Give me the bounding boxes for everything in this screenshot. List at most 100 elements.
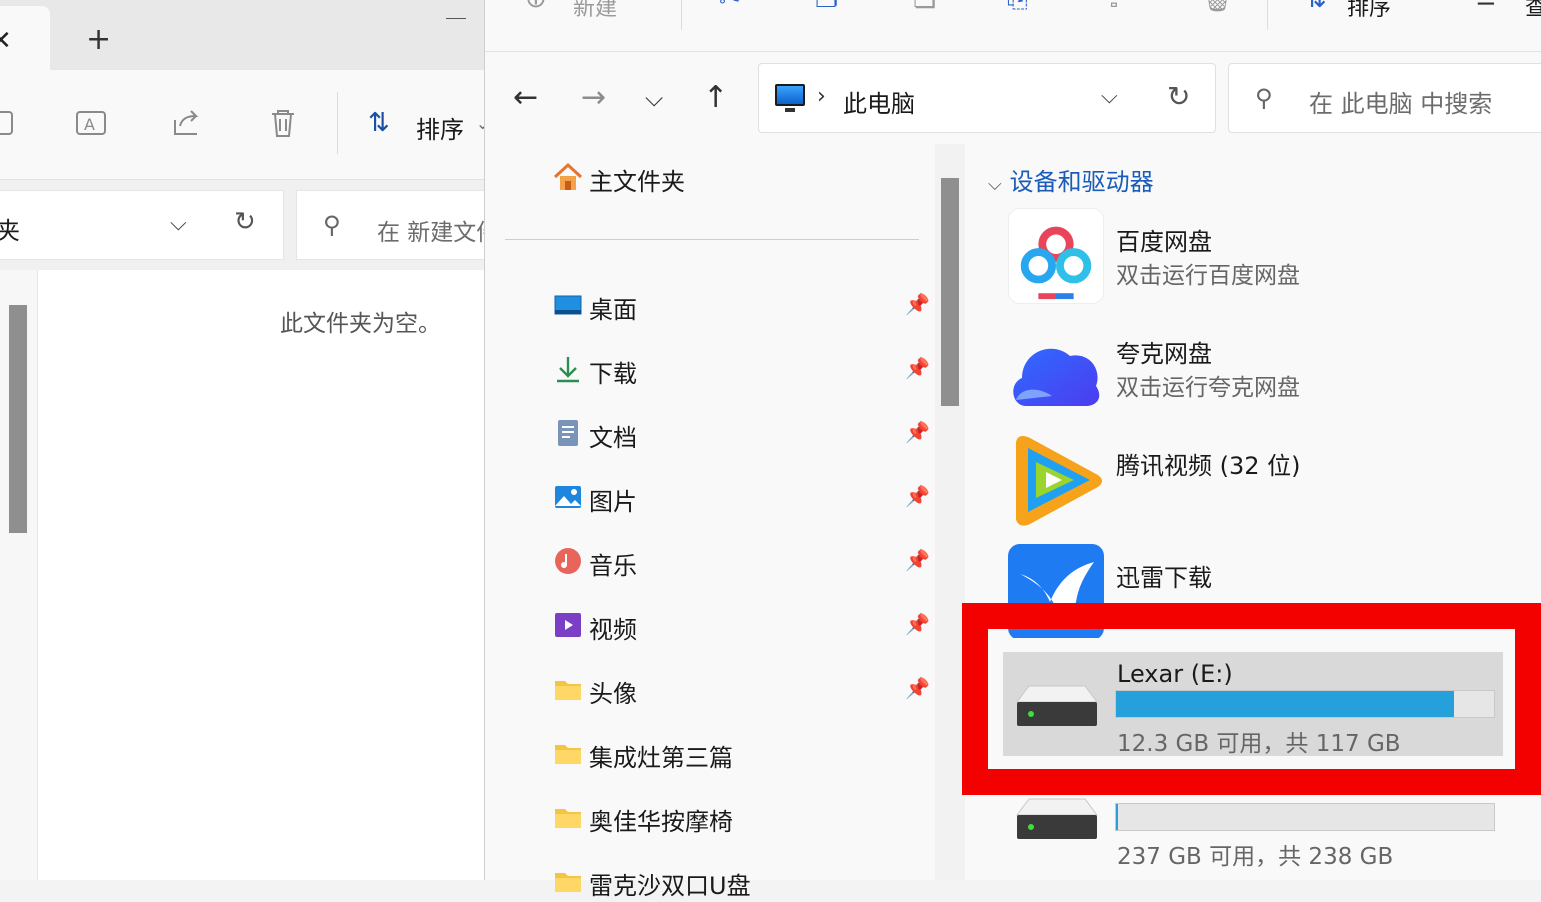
sort-icon[interactable]: ⇅ (1305, 0, 1327, 14)
app-subtitle: 双击运行夸克网盘 (1116, 375, 1300, 401)
navigation-bar: ← → ⌵ ↑ › 此电脑 ⌵ ↻ ⚲ 在 此电脑 中搜索 (485, 52, 1541, 144)
ribbon-divider (681, 0, 682, 30)
close-icon[interactable]: ✕ (0, 26, 12, 56)
tab-active[interactable]: ✕ (0, 6, 50, 70)
forward-arrow-icon[interactable]: → (581, 80, 606, 115)
view-button[interactable]: 查 (1525, 0, 1541, 22)
paste-icon[interactable]: ❏ (913, 0, 936, 14)
view-icon[interactable]: ≡ (1475, 0, 1497, 14)
drive-usage-bar (1115, 803, 1495, 831)
file-list (0, 270, 484, 880)
back-arrow-icon[interactable]: ← (513, 80, 538, 115)
pin-icon[interactable]: 📌 (905, 420, 930, 444)
scrollbar-thumb[interactable] (941, 178, 959, 406)
nav-item-1[interactable]: 桌面 📌 (553, 286, 933, 326)
nav-item-label: 主文件夹 (589, 168, 685, 196)
breadcrumb-separator-icon[interactable]: › (817, 84, 826, 109)
list-item-baidu-netdisk[interactable]: 百度网盘 双击运行百度网盘 (1008, 208, 1528, 308)
search-input[interactable]: ⚲ 在 此电脑 中搜索 (1228, 63, 1541, 133)
desktop-icon (554, 295, 582, 315)
pin-icon[interactable]: 📌 (905, 484, 930, 508)
rename-icon[interactable]: ⎘ (1007, 0, 1028, 15)
up-arrow-icon[interactable]: ↑ (703, 80, 728, 115)
copy-icon[interactable]: ❐ (815, 0, 838, 14)
empty-folder-message: 此文件夹为空。 (280, 311, 441, 337)
new-button[interactable]: 新建 (573, 0, 617, 22)
share-icon[interactable]: ⇪ (1103, 0, 1125, 14)
app-name: 夸克网盘 (1116, 340, 1212, 368)
nav-item-7[interactable]: 头像 📌 (553, 670, 933, 710)
cut-icon[interactable]: ✂ (719, 0, 741, 14)
refresh-icon[interactable]: ↻ (1167, 80, 1190, 113)
recent-locations-chevron-icon[interactable]: ⌵ (645, 84, 663, 112)
nav-item-label: 文档 (589, 424, 637, 452)
list-item-quark-netdisk[interactable]: 夸克网盘 双击运行夸克网盘 (1008, 320, 1528, 420)
scrollbar-thumb[interactable] (9, 305, 27, 533)
download-icon (557, 357, 579, 383)
nav-item-label: 集成灶第三篇 (589, 744, 733, 772)
chevron-down-icon[interactable]: ⌵ (988, 174, 1002, 195)
nav-item-2[interactable]: 下载 📌 (553, 350, 933, 390)
nav-item-8[interactable]: 集成灶第三篇 (553, 734, 933, 774)
nav-item-5[interactable]: 音乐 📌 (553, 542, 933, 582)
command-bar: ⊕ 新建 ✂ ❐ ❏ ⎘ ⇪ 🗑 ⇅ 排序 ≡ 查 (485, 0, 1541, 52)
delete-icon[interactable] (266, 106, 300, 140)
search-icon: ⚲ (323, 211, 341, 239)
music-icon (555, 548, 581, 574)
address-bar[interactable]: 夹 ⌵ ↻ (0, 190, 284, 260)
refresh-icon[interactable]: ↻ (234, 207, 256, 237)
nav-item-4[interactable]: 图片 📌 (553, 478, 933, 518)
app-subtitle: 双击运行百度网盘 (1116, 263, 1300, 289)
group-header-devices[interactable]: ⌵ 设备和驱动器 (988, 162, 1154, 197)
background-explorer-window: ✕ + A ⇅ 排序 ⌄ 夹 ⌵ ↻ ⚲ 在 新建文件夹 中搜索 此文件夹为空。 (0, 0, 599, 880)
new-tab-button[interactable]: + (86, 22, 111, 57)
nav-divider (505, 239, 919, 240)
address-bar[interactable]: › 此电脑 ⌵ ↻ (758, 63, 1216, 133)
copy-icon[interactable] (0, 106, 20, 140)
search-input[interactable]: ⚲ 在 新建文件夹 中搜索 (296, 190, 599, 260)
new-icon[interactable]: ⊕ (525, 0, 547, 14)
pin-icon[interactable]: 📌 (905, 676, 930, 700)
minimize-icon[interactable] (446, 18, 466, 19)
pin-icon[interactable]: 📌 (905, 356, 930, 380)
sort-button[interactable]: 排序 (1347, 0, 1391, 22)
chevron-down-icon[interactable]: ⌵ (170, 211, 187, 236)
sort-icon[interactable]: ⇅ (368, 108, 390, 138)
drive-usage-fill (1116, 804, 1119, 830)
nav-item-label: 音乐 (589, 552, 637, 580)
tencent-video-icon (1016, 436, 1102, 526)
folder-icon (555, 745, 581, 764)
svg-text:A: A (84, 115, 95, 134)
delete-icon[interactable]: 🗑 (1201, 0, 1234, 14)
nav-item-home[interactable]: 主文件夹 (553, 158, 933, 198)
share-icon[interactable] (170, 106, 204, 140)
address-text: 夹 (0, 217, 20, 245)
baidu-netdisk-icon (1008, 208, 1104, 304)
list-item-tencent-video[interactable]: 腾讯视频 (32 位) (1008, 432, 1528, 532)
search-placeholder: 在 此电脑 中搜索 (1309, 90, 1493, 118)
pin-icon[interactable]: 📌 (905, 292, 930, 316)
nav-item-label: 奥佳华按摩椅 (589, 808, 733, 836)
navigation-pane: 主文件夹 桌面 📌 下载 📌 文档 📌 图片 📌 音乐 📌 视频 📌 头像 📌 集成灶第三篇 奥佳华按摩椅 雷克… (485, 144, 937, 900)
pin-icon[interactable]: 📌 (905, 548, 930, 572)
app-name: 腾讯视频 (32 位) (1116, 452, 1301, 480)
nav-item-3[interactable]: 文档 📌 (553, 414, 933, 454)
nav-item-6[interactable]: 视频 📌 (553, 606, 933, 646)
nav-item-10[interactable]: 雷克沙双口U盘 (553, 862, 933, 902)
group-title: 设备和驱动器 (1009, 168, 1154, 196)
nav-item-label: 图片 (589, 488, 637, 516)
pin-icon[interactable]: 📌 (905, 612, 930, 636)
rename-icon[interactable]: A (74, 106, 108, 140)
breadcrumb-this-pc[interactable]: 此电脑 (843, 84, 915, 119)
folder-icon (555, 873, 581, 892)
nav-item-label: 下载 (589, 360, 637, 388)
document-icon (558, 420, 578, 446)
drive-space-info: 237 GB 可用，共 238 GB (1117, 844, 1394, 870)
toolbar: A ⇅ 排序 ⌄ (0, 70, 489, 180)
nav-item-9[interactable]: 奥佳华按摩椅 (553, 798, 933, 838)
chevron-down-icon[interactable]: ⌵ (1101, 84, 1118, 109)
sort-button[interactable]: 排序 (416, 110, 464, 145)
highlight-annotation-box (962, 603, 1541, 795)
folder-icon (555, 809, 581, 828)
nav-item-label: 头像 (589, 680, 637, 708)
